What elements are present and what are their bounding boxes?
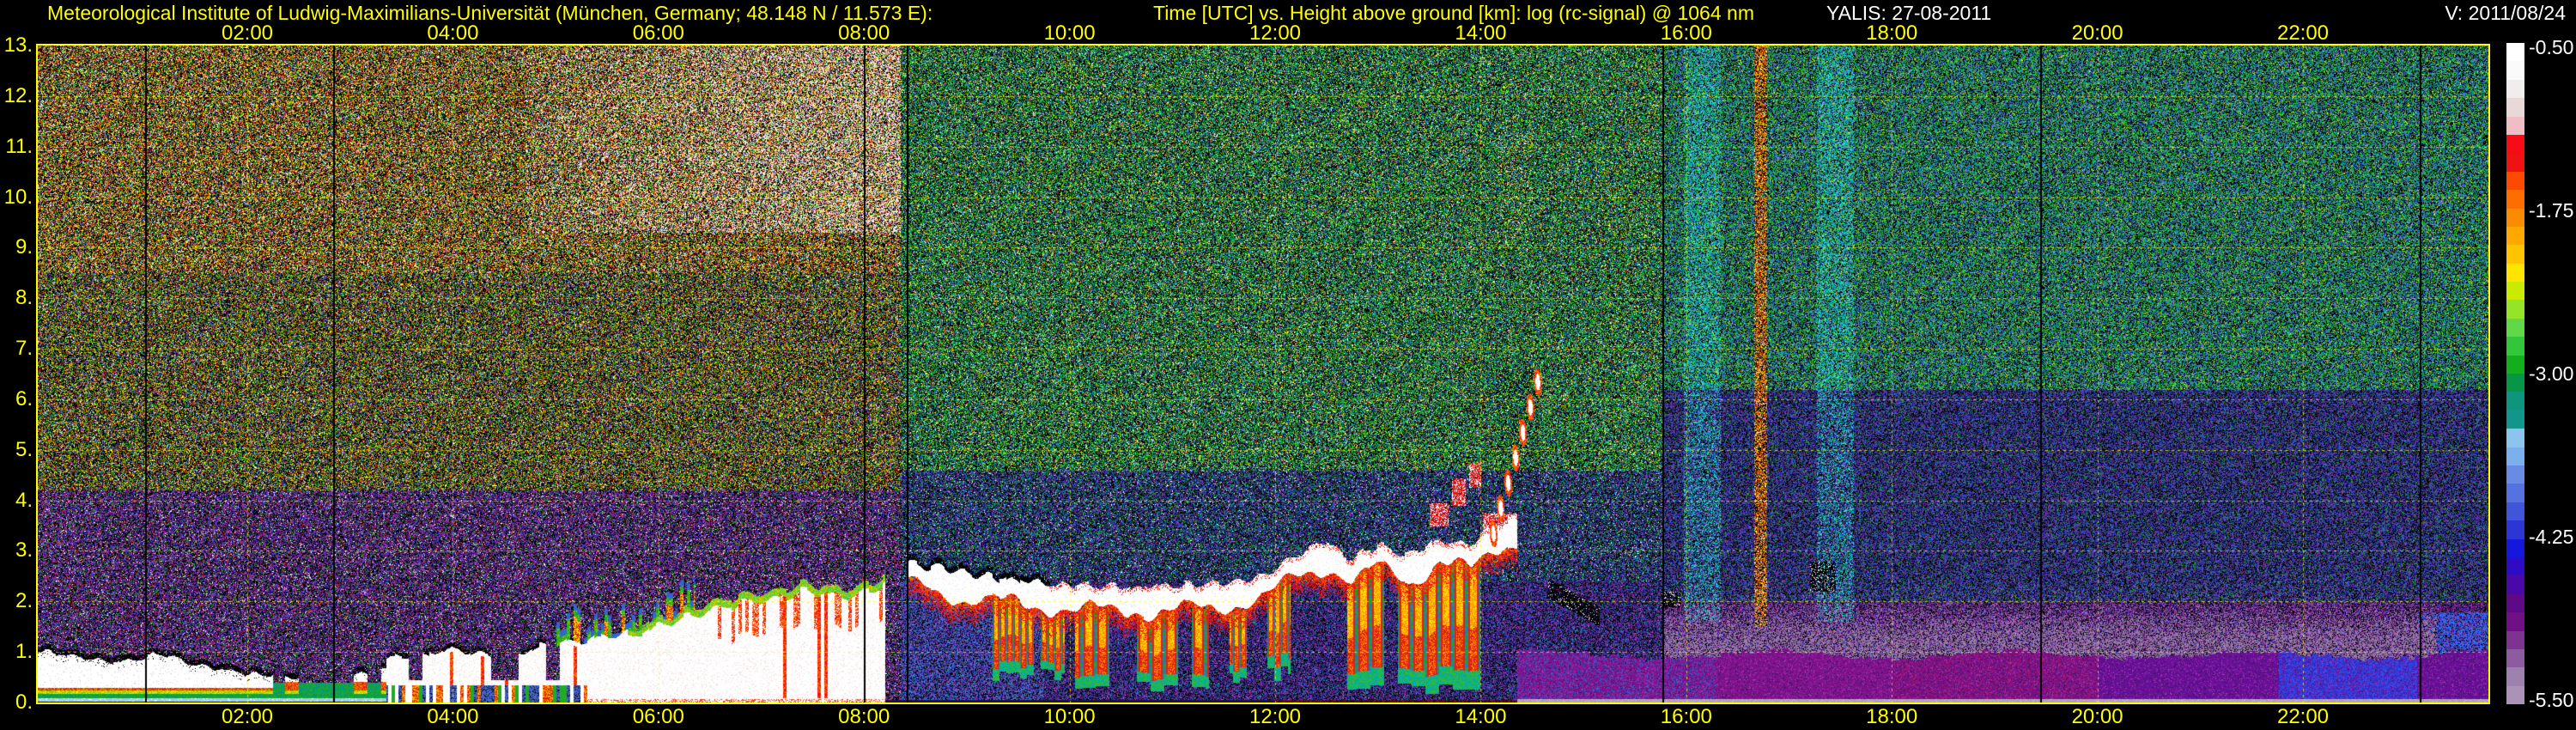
time-tick-bottom: 04:00 <box>427 705 479 728</box>
time-tick-top: 16:00 <box>1660 21 1712 45</box>
lidar-quicklook-app: Meteorological Institute of Ludwig-Maxim… <box>0 0 2576 730</box>
height-tick: 3. <box>15 538 33 563</box>
colorbar-step <box>2506 300 2524 319</box>
height-tick: 5. <box>15 437 33 461</box>
colorbar-step <box>2506 337 2524 356</box>
colorbar-step <box>2506 61 2524 80</box>
time-tick-bottom: 16:00 <box>1660 705 1712 728</box>
time-tick-bottom: 12:00 <box>1249 705 1302 728</box>
colorbar-label: -0.50 <box>2529 36 2574 58</box>
time-tick-bottom: 20:00 <box>2071 705 2123 728</box>
colorbar-step <box>2506 98 2524 117</box>
colorbar-step <box>2506 410 2524 429</box>
time-tick-top: 02:00 <box>221 21 274 45</box>
time-tick-bottom: 22:00 <box>2276 705 2330 728</box>
colorbar-step <box>2506 208 2524 227</box>
colorbar-step <box>2506 282 2524 301</box>
height-tick: 1. <box>15 640 33 664</box>
colorbar-step <box>2506 484 2524 502</box>
header-version: V: 2011/08/24 <box>2445 2 2566 24</box>
colorbar-step <box>2506 79 2524 99</box>
time-tick-bottom: 06:00 <box>632 705 684 728</box>
time-tick-top: 20:00 <box>2071 21 2123 45</box>
colorbar-step <box>2506 612 2524 631</box>
time-tick-top: 18:00 <box>1866 21 1918 45</box>
time-tick-bottom: 08:00 <box>838 705 890 728</box>
time-tick-top: 22:00 <box>2276 21 2330 45</box>
colorbar-step <box>2506 648 2524 668</box>
colorbar-label: -1.75 <box>2529 199 2574 222</box>
colorbar-step <box>2506 593 2524 613</box>
height-tick: 11. <box>5 134 33 158</box>
colorbar-step <box>2506 318 2524 338</box>
height-tick: 4. <box>15 488 33 512</box>
height-tick: 0. <box>15 690 33 714</box>
height-tick: 7. <box>15 337 33 361</box>
colorbar-step <box>2506 557 2524 576</box>
colorbar-step <box>2506 465 2524 484</box>
colorbar-step <box>2506 429 2524 447</box>
colorbar-step <box>2506 190 2524 209</box>
colorbar-label: -4.25 <box>2529 526 2574 548</box>
colorbar-step <box>2506 245 2524 264</box>
colorbar-step <box>2506 520 2524 539</box>
colorbar-step <box>2506 226 2524 246</box>
time-tick-top: 08:00 <box>838 21 890 45</box>
colorbar-step <box>2506 447 2524 465</box>
colorbar-step <box>2506 502 2524 521</box>
colorbar-step <box>2506 575 2524 594</box>
height-tick: 2. <box>15 589 33 613</box>
colorbar <box>2506 43 2524 705</box>
colorbar-step <box>2506 374 2524 392</box>
time-tick-bottom: 18:00 <box>1866 705 1918 728</box>
time-tick-top: 04:00 <box>427 21 479 45</box>
height-tick: 8. <box>15 286 33 310</box>
colorbar-step <box>2506 134 2524 154</box>
time-tick-bottom: 14:00 <box>1455 705 1507 728</box>
colorbar-label: -5.50 <box>2529 689 2574 711</box>
colorbar-step <box>2506 685 2524 705</box>
colorbar-step <box>2506 153 2524 172</box>
colorbar-step <box>2506 355 2524 374</box>
colorbar-step <box>2506 263 2524 283</box>
colorbar-step <box>2506 43 2524 62</box>
colorbar-step <box>2506 392 2524 411</box>
height-tick: 12. <box>3 83 33 107</box>
height-tick: 6. <box>15 386 33 411</box>
time-tick-bottom: 10:00 <box>1043 705 1096 728</box>
time-tick-top: 10:00 <box>1043 21 1096 45</box>
heatmap-canvas <box>38 46 2488 703</box>
colorbar-step <box>2506 538 2524 557</box>
time-tick-top: 14:00 <box>1455 21 1507 45</box>
height-tick: 13. <box>3 33 33 57</box>
colorbar-step <box>2506 116 2524 135</box>
colorbar-label: -3.00 <box>2529 362 2574 385</box>
height-tick: 10. <box>3 185 33 209</box>
colorbar-step <box>2506 630 2524 649</box>
colorbar-step <box>2506 171 2524 191</box>
time-tick-bottom: 02:00 <box>221 705 274 728</box>
time-tick-top: 12:00 <box>1249 21 1302 45</box>
colorbar-step <box>2506 667 2524 686</box>
time-tick-top: 06:00 <box>632 21 684 45</box>
height-tick: 9. <box>15 235 33 259</box>
